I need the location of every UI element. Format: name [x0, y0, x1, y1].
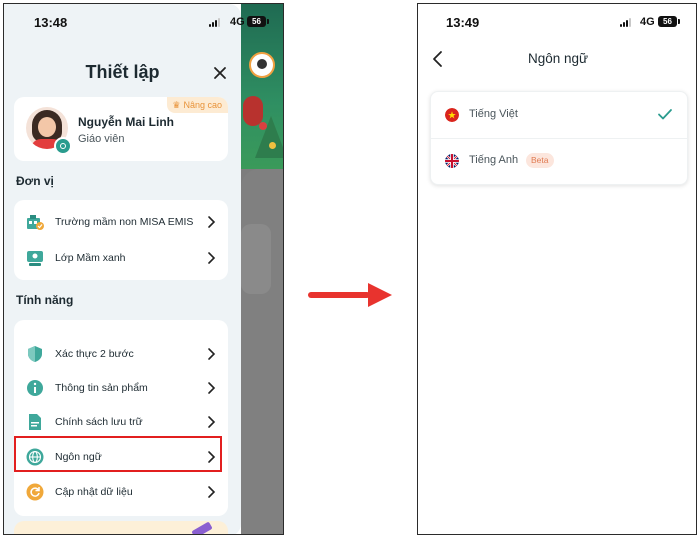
refresh-icon [26, 483, 44, 501]
highlight-box [14, 436, 222, 472]
feature-item-update-data[interactable]: Cập nhật dữ liệu [14, 477, 228, 507]
unit-item-class[interactable]: Lớp Mầm xanh [14, 243, 228, 273]
profile-card[interactable]: Nguyễn Mai Linh Giáo viên ♛ Nâng cao [14, 97, 228, 161]
vietnam-flag-icon [445, 108, 459, 122]
feature-item-label: Chính sách lưu trữ [55, 416, 143, 428]
profile-role: Giáo viên [78, 133, 125, 145]
close-icon [214, 67, 226, 79]
status-time: 13:48 [34, 15, 68, 30]
promo-banner[interactable] [14, 521, 228, 534]
feature-item-label: Cập nhật dữ liệu [55, 486, 133, 498]
background-avatar [249, 52, 275, 78]
beta-badge: Beta [526, 153, 554, 168]
info-icon [27, 380, 43, 396]
school-icon [27, 215, 44, 230]
classroom-icon [27, 251, 43, 266]
battery-icon: 56 [658, 16, 680, 27]
signal-icon [620, 18, 634, 27]
feature-item-product-info[interactable]: Thông tin sản phẩm [14, 373, 228, 403]
uk-flag-icon [445, 154, 459, 168]
close-button[interactable] [210, 64, 230, 84]
status-bar: 13:48 [4, 4, 241, 38]
language-list: Tiếng Việt Tiếng Anh Beta [430, 91, 688, 185]
section-title-unit: Đơn vị [16, 174, 54, 188]
feature-item-label: Xác thực 2 bước [55, 348, 134, 360]
unit-list: Trường mầm non MISA EMIS Lớp Mầm xanh [14, 200, 228, 280]
crown-icon: ♛ [172, 100, 181, 110]
language-option-english[interactable]: Tiếng Anh Beta [431, 138, 687, 184]
shield-icon [28, 346, 42, 362]
section-title-features: Tính năng [16, 293, 74, 307]
language-label: Tiếng Anh [469, 154, 519, 166]
language-screen: 13:49 4G 56 Ngôn ngữ Tiếng Việt Tiếng An… [417, 3, 697, 535]
unit-item-label: Trường mầm non MISA EMIS [55, 216, 194, 228]
feature-item-2fa[interactable]: Xác thực 2 bước [14, 339, 228, 369]
camera-icon[interactable] [54, 137, 72, 155]
background-app [241, 4, 283, 534]
profile-name: Nguyễn Mai Linh [78, 115, 174, 129]
nav-bar: Ngôn ngữ [418, 44, 696, 74]
arrow-right-icon [308, 283, 392, 307]
feature-item-storage-policy[interactable]: Chính sách lưu trữ [14, 407, 228, 437]
unit-item-label: Lớp Mầm xanh [55, 252, 126, 264]
chevron-right-icon [208, 486, 216, 498]
status-time: 13:49 [446, 15, 480, 30]
language-option-vietnamese[interactable]: Tiếng Việt [431, 92, 687, 138]
chevron-right-icon [208, 416, 216, 428]
settings-sheet: 13:48 Thiết lập Nguyễn Mai Linh Giáo viê… [4, 4, 241, 534]
document-icon [29, 414, 41, 430]
page-title: Ngôn ngữ [527, 51, 589, 66]
check-icon [658, 109, 672, 120]
signal-icon [209, 18, 223, 27]
network-label: 4G [640, 16, 655, 28]
chevron-right-icon [208, 252, 216, 264]
chevron-right-icon [208, 382, 216, 394]
feature-item-label: Thông tin sản phẩm [55, 382, 148, 394]
upgrade-badge[interactable]: ♛ Nâng cao [167, 97, 228, 113]
feature-list: Xác thực 2 bước Thông tin sản phẩm Chính… [14, 320, 228, 516]
language-label: Tiếng Việt [469, 108, 518, 120]
pencil-icon [191, 521, 213, 534]
page-title: Thiết lập [85, 62, 160, 82]
status-bar: 13:49 4G 56 [418, 4, 696, 38]
chevron-right-icon [208, 216, 216, 228]
unit-item-school[interactable]: Trường mầm non MISA EMIS [14, 207, 228, 237]
settings-screen: 13:48 Thiết lập Nguyễn Mai Linh Giáo viê… [3, 3, 284, 535]
chevron-right-icon [208, 348, 216, 360]
